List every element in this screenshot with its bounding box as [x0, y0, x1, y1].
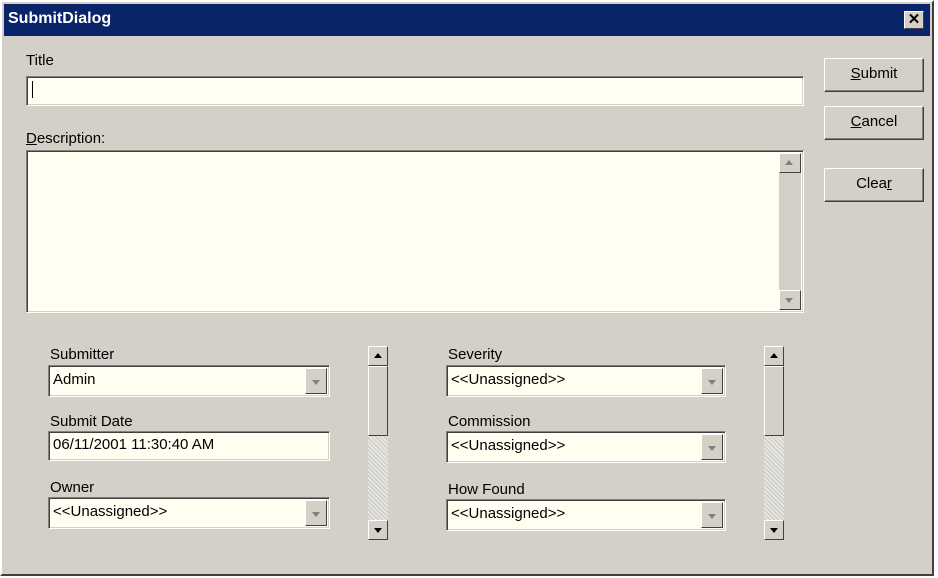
- description-scroll-track[interactable]: [779, 153, 801, 310]
- severity-value: <<Unassigned>>: [451, 371, 566, 388]
- chevron-down-icon[interactable]: [701, 502, 723, 528]
- severity-label: Severity: [448, 346, 503, 363]
- access-key-underline: S: [850, 65, 861, 82]
- chevron-down-icon[interactable]: [305, 368, 327, 394]
- how-found-label: How Found: [448, 481, 525, 498]
- chevron-down-icon[interactable]: [701, 368, 723, 394]
- chevron-down-icon[interactable]: [701, 434, 723, 460]
- commission-dropdown[interactable]: <<Unassigned>>: [446, 431, 726, 463]
- title-label: Title: [26, 52, 54, 69]
- how-found-value: <<Unassigned>>: [451, 505, 566, 522]
- chevron-down-icon[interactable]: [305, 500, 327, 526]
- clear-button[interactable]: Clear: [824, 168, 924, 202]
- arrow-up-icon[interactable]: [368, 346, 388, 366]
- description-label-rest: escription:: [36, 130, 106, 147]
- title-input[interactable]: [26, 76, 804, 106]
- commission-value: <<Unassigned>>: [451, 437, 566, 454]
- submit-date-value: 06/11/2001 11:30:40 AM: [53, 436, 215, 453]
- commission-label: Commission: [448, 413, 531, 430]
- submit-date-field[interactable]: 06/11/2001 11:30:40 AM: [48, 431, 330, 461]
- arrow-down-icon[interactable]: [764, 520, 784, 540]
- submit-date-label: Submit Date: [50, 413, 133, 430]
- severity-dropdown[interactable]: <<Unassigned>>: [446, 365, 726, 397]
- right-fields-scrollbar[interactable]: [764, 346, 784, 540]
- how-found-dropdown[interactable]: <<Unassigned>>: [446, 499, 726, 531]
- right-scroll-thumb[interactable]: [764, 366, 784, 436]
- submitter-value: Admin: [53, 371, 96, 388]
- submitter-label: Submitter: [50, 346, 115, 363]
- left-fields-scrollbar[interactable]: [368, 346, 388, 540]
- arrow-down-icon[interactable]: [368, 520, 388, 540]
- description-scrollbar[interactable]: [779, 153, 801, 310]
- access-key-underline: C: [850, 113, 862, 130]
- owner-value: <<Unassigned>>: [53, 503, 168, 520]
- arrow-down-icon[interactable]: [779, 290, 801, 310]
- owner-dropdown[interactable]: <<Unassigned>>: [48, 497, 330, 529]
- close-icon[interactable]: ✕: [904, 11, 924, 29]
- description-label: Description:: [26, 130, 106, 147]
- owner-label: Owner: [50, 479, 95, 496]
- text-caret: [32, 81, 33, 98]
- submit-button[interactable]: Submit: [824, 58, 924, 92]
- access-key-underline: r: [886, 175, 892, 192]
- submit-dialog-window: SubmitDialog ✕ Title Description: Submit…: [0, 0, 934, 576]
- window-title: SubmitDialog: [8, 10, 112, 27]
- submitter-dropdown[interactable]: Admin: [48, 365, 330, 397]
- description-textarea[interactable]: [26, 150, 804, 313]
- arrow-up-icon[interactable]: [764, 346, 784, 366]
- left-scroll-thumb[interactable]: [368, 366, 388, 436]
- arrow-up-icon[interactable]: [779, 153, 801, 173]
- title-bar[interactable]: SubmitDialog ✕: [4, 4, 930, 36]
- cancel-button[interactable]: Cancel: [824, 106, 924, 140]
